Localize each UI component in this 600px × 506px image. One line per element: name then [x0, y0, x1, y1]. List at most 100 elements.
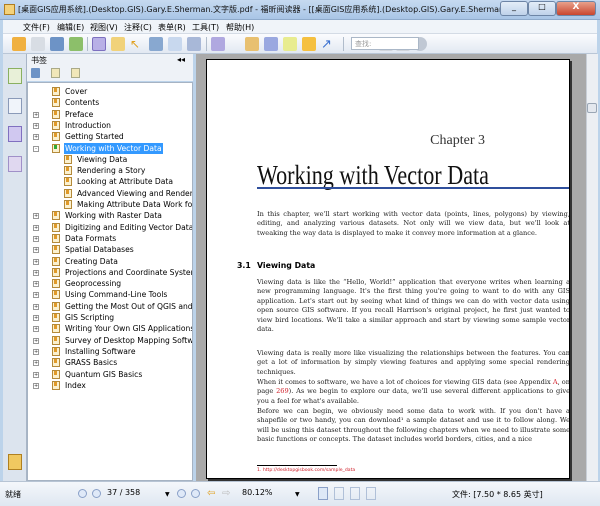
menu-help[interactable]: 帮助(H): [226, 22, 254, 33]
expand-icon[interactable]: +: [33, 122, 39, 129]
add-bookmark-icon[interactable]: [51, 68, 60, 78]
search-input[interactable]: 查找:: [351, 37, 419, 50]
stamp-icon[interactable]: [245, 37, 259, 51]
zoom-input[interactable]: 80.12%: [239, 486, 289, 499]
bookmark-icon: [52, 245, 60, 255]
bookmarks-toolbar: [27, 65, 193, 81]
toolbar: ↖ ↗: [3, 34, 597, 54]
bookmark-label: Getting Started: [65, 132, 124, 142]
annotations-tab-icon[interactable]: [8, 126, 22, 142]
bookmark-label: Preface: [65, 109, 94, 119]
expand-icon[interactable]: +: [33, 371, 39, 378]
maximize-button[interactable]: □: [528, 1, 556, 16]
expand-icon[interactable]: +: [33, 269, 39, 276]
bookmark-icon: [52, 132, 60, 142]
bookmark-icon: [52, 120, 60, 130]
side-panel-tabs: [3, 54, 27, 481]
page-number-input[interactable]: 37 / 358: [104, 486, 164, 499]
expand-icon[interactable]: +: [33, 134, 39, 141]
collapse-panel-button[interactable]: ◂◂: [177, 55, 185, 64]
pen-icon[interactable]: [211, 37, 225, 51]
bookmark-label: Installing Software: [65, 346, 136, 356]
expand-icon[interactable]: +: [33, 258, 39, 265]
bookmark-icon: [52, 380, 60, 390]
vertical-scrollbar[interactable]: [586, 54, 598, 481]
expand-icon[interactable]: +: [33, 348, 39, 355]
next-page-icon[interactable]: [177, 489, 186, 498]
textbox-icon[interactable]: [283, 37, 297, 51]
layers-tab-icon[interactable]: [8, 156, 22, 172]
email-icon[interactable]: [69, 37, 83, 51]
expand-icon[interactable]: +: [33, 224, 39, 231]
bookmark-icon: [52, 98, 60, 108]
expand-icon[interactable]: +: [33, 303, 39, 310]
footnote-link[interactable]: 1. http://desktopgisbook.com/sample_data: [257, 468, 355, 473]
bookmark-icon: [52, 233, 60, 243]
expand-icon[interactable]: +: [33, 326, 39, 333]
snapshot-icon[interactable]: [187, 37, 201, 51]
select-text-icon[interactable]: [111, 37, 125, 51]
expand-icon[interactable]: +: [33, 213, 39, 220]
bookmark-label: GIS Scripting: [65, 313, 115, 322]
attachments-tab-icon[interactable]: [8, 454, 22, 470]
expand-icon[interactable]: +: [33, 281, 39, 288]
pages-tab-icon[interactable]: [8, 98, 22, 114]
print-icon[interactable]: [50, 37, 64, 51]
typewriter-icon[interactable]: [168, 37, 182, 51]
expand-icon[interactable]: +: [33, 337, 39, 344]
menu-form[interactable]: 表单(R): [158, 22, 186, 33]
bookmark-icon: [52, 222, 60, 232]
expand-icon[interactable]: +: [33, 360, 39, 367]
bookmark-icon: [64, 177, 72, 187]
expand-icon[interactable]: +: [33, 292, 39, 299]
window-title: [桌面GIS应用系统].(Desktop.GIS).Gary.E.Sherman…: [18, 5, 550, 14]
title-bar: [桌面GIS应用系统].(Desktop.GIS).Gary.E.Sherman…: [0, 0, 600, 20]
facing-view-icon[interactable]: [350, 487, 360, 500]
expand-icon[interactable]: +: [33, 247, 39, 254]
single-page-view-icon[interactable]: [318, 487, 328, 500]
note-icon[interactable]: [264, 37, 278, 51]
add-child-bookmark-icon[interactable]: [71, 68, 80, 78]
first-page-icon[interactable]: [78, 489, 87, 498]
forward-icon[interactable]: ⇨: [222, 488, 230, 499]
bookmark-label: Projections and Coordinate Systems: [65, 267, 193, 277]
bookmark-label: Cover: [65, 87, 88, 96]
page-link[interactable]: 269: [276, 387, 289, 395]
page-dropdown-icon[interactable]: ▼: [165, 491, 170, 498]
delete-bookmark-icon[interactable]: [31, 68, 40, 78]
menu-comment[interactable]: 注释(C): [124, 22, 152, 33]
continuous-facing-view-icon[interactable]: [366, 487, 376, 500]
paragraph: Viewing data is really more like visuali…: [257, 349, 570, 376]
app-icon: [4, 4, 15, 15]
text: When it comes to software, we have a lot…: [257, 378, 553, 386]
expand-icon[interactable]: +: [33, 235, 39, 242]
save-icon[interactable]: [31, 37, 45, 51]
previous-page-icon[interactable]: [92, 489, 101, 498]
bookmark-label: Geoprocessing: [65, 279, 122, 289]
menu-view[interactable]: 视图(V): [90, 22, 118, 33]
close-button[interactable]: X: [556, 1, 596, 16]
continuous-view-icon[interactable]: [334, 487, 344, 500]
expand-icon[interactable]: +: [33, 315, 39, 321]
find-icon[interactable]: [149, 37, 163, 51]
arrow-icon[interactable]: ↗: [321, 37, 335, 52]
select-icon[interactable]: ↖: [130, 37, 144, 51]
bookmark-icon: [52, 256, 60, 266]
last-page-icon[interactable]: [191, 489, 200, 498]
bookmarks-tab-icon[interactable]: [8, 68, 22, 84]
collapse-icon[interactable]: -: [33, 145, 39, 152]
expand-icon[interactable]: +: [33, 111, 39, 118]
menu-edit[interactable]: 编辑(E): [57, 22, 84, 33]
zoom-dropdown-icon[interactable]: ▼: [295, 491, 300, 498]
bookmark-label: Rendering a Story: [77, 166, 146, 176]
comment-icon[interactable]: [302, 37, 316, 51]
menu-tools[interactable]: 工具(T): [192, 22, 219, 33]
menu-file[interactable]: 文件(F): [23, 22, 50, 33]
bookmark-label: Spatial Databases: [65, 245, 134, 255]
hand-icon[interactable]: [92, 37, 106, 51]
open-icon[interactable]: [12, 37, 26, 51]
back-icon[interactable]: ⇦: [207, 488, 215, 499]
minimize-button[interactable]: _: [500, 1, 528, 16]
expand-icon[interactable]: +: [33, 382, 39, 389]
scrollbar-thumb[interactable]: [587, 103, 597, 113]
